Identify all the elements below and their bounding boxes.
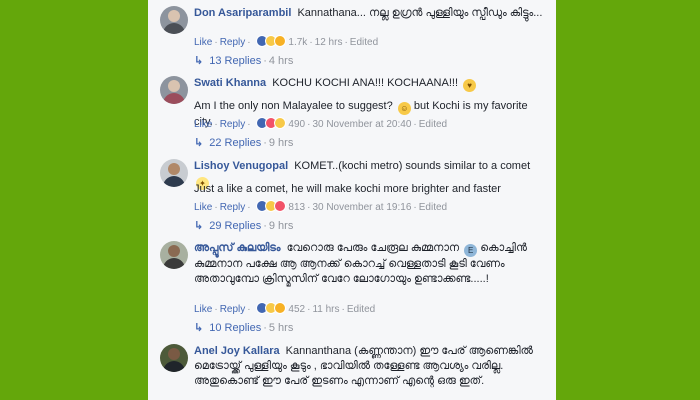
edited-label[interactable]: Edited: [350, 37, 378, 48]
replies-time: 5 hrs: [268, 322, 294, 334]
replies-time: 4 hrs: [268, 55, 294, 67]
avatar[interactable]: [160, 6, 188, 34]
elephant-emoji-icon: E: [464, 244, 478, 257]
comment-body-line2: Just a like a comet, he will make kochi …: [194, 182, 544, 197]
reply-arrow-icon: ↳: [194, 137, 204, 149]
like-link[interactable]: Like: [194, 37, 212, 48]
grimace-emoji-icon: ☺: [397, 102, 411, 115]
comments-panel: Don Asariparambil Kannathana... നല്ല ഉഗ്…: [148, 0, 556, 400]
reactions-icons[interactable]: [256, 35, 287, 51]
edited-label[interactable]: Edited: [419, 119, 447, 130]
love-reaction-icon: [274, 200, 287, 212]
replies-count[interactable]: 13 Replies: [209, 55, 261, 67]
view-replies[interactable]: ↳ 29 Replies · 9 hrs: [194, 220, 293, 233]
comment-body: Swati Khanna KOCHU KOCHI ANA!!! KOCHAANA…: [194, 76, 544, 92]
comment-text-2: Just a like a comet, he will make kochi …: [194, 183, 501, 195]
view-replies[interactable]: ↳ 13 Replies · 4 hrs: [194, 55, 293, 68]
reply-link[interactable]: Reply: [220, 202, 246, 213]
reactions-icons[interactable]: [256, 302, 287, 318]
comment-time[interactable]: 11 hrs: [312, 304, 339, 315]
comment-body: അപ്പൂസ് കുലയിടം വേറൊരു പേരും ചേരൂല കുമ്മ…: [194, 241, 544, 287]
view-replies[interactable]: ↳ 22 Replies · 9 hrs: [194, 137, 293, 150]
comment-time[interactable]: 30 November at 19:16: [312, 202, 411, 213]
comment-author[interactable]: Anel Joy Kallara: [194, 345, 280, 357]
like-link[interactable]: Like: [194, 202, 212, 213]
replies-count[interactable]: 29 Replies: [209, 220, 261, 232]
reply-arrow-icon: ↳: [194, 220, 204, 232]
replies-time: 9 hrs: [268, 137, 294, 149]
avatar[interactable]: [160, 344, 188, 372]
comment-text-2: Am I the only non Malayalee to suggest?: [194, 100, 393, 112]
view-replies[interactable]: ↳ 10 Replies · 5 hrs: [194, 322, 293, 335]
like-link[interactable]: Like: [194, 119, 212, 130]
comment-actions: Like · Reply · 813 · 30 November at 19:16 · Edi…: [194, 200, 447, 216]
reactions-icons[interactable]: [256, 200, 287, 216]
comment-author[interactable]: Lishoy Venugopal: [194, 160, 288, 172]
reaction-count[interactable]: 452: [288, 304, 305, 315]
reply-arrow-icon: ↳: [194, 322, 204, 334]
wow-reaction-icon: [274, 35, 287, 47]
wow-reaction-icon: [274, 302, 287, 314]
comment-text: Kannathana... നല്ല ഉഗ്രൻ പുള്ളിയും സ്പീഡ…: [297, 7, 543, 19]
replies-count[interactable]: 22 Replies: [209, 137, 261, 149]
haha-reaction-icon: [274, 117, 287, 129]
edited-label[interactable]: Edited: [419, 202, 447, 213]
reaction-count[interactable]: 813: [288, 202, 305, 213]
edited-label[interactable]: Edited: [347, 304, 375, 315]
avatar[interactable]: [160, 241, 188, 269]
comment-author[interactable]: അപ്പൂസ് കുലയിടം: [194, 242, 281, 254]
comment-body: Don Asariparambil Kannathana... നല്ല ഉഗ്…: [194, 6, 544, 21]
reply-link[interactable]: Reply: [220, 119, 246, 130]
reactions-icons[interactable]: [256, 117, 287, 133]
reply-link[interactable]: Reply: [220, 37, 246, 48]
comment-actions: Like · Reply · 490 · 30 November at 20:40 · Edi…: [194, 117, 447, 133]
avatar[interactable]: [160, 76, 188, 104]
reaction-count[interactable]: 1.7k: [288, 37, 307, 48]
reply-link[interactable]: Reply: [220, 304, 246, 315]
reaction-count[interactable]: 490: [288, 119, 305, 130]
comment-body: Anel Joy Kallara Kannanthana (കണ്ണന്താന)…: [194, 344, 544, 389]
like-link[interactable]: Like: [194, 304, 212, 315]
comment-time[interactable]: 30 November at 20:40: [312, 119, 411, 130]
heart-eyes-emoji-icon: ♥: [463, 79, 477, 92]
avatar[interactable]: [160, 159, 188, 187]
comment-text: KOCHU KOCHI ANA!!! KOCHAANA!!!: [272, 77, 459, 89]
comment-time[interactable]: 12 hrs: [315, 37, 343, 48]
comment-actions: Like · Reply · 1.7k · 12 hrs · Edited: [194, 35, 378, 51]
reply-arrow-icon: ↳: [194, 55, 204, 67]
replies-time: 9 hrs: [268, 220, 294, 232]
comment-author[interactable]: Don Asariparambil: [194, 7, 291, 19]
comment-text: വേറൊരു പേരും ചേരൂല കുമ്മനാന: [286, 242, 460, 254]
comment-text: KOMET..(kochi metro) sounds similar to a…: [294, 160, 531, 172]
replies-count[interactable]: 10 Replies: [209, 322, 261, 334]
comment-author[interactable]: Swati Khanna: [194, 77, 266, 89]
comment-actions: Like · Reply · 452 · 11 hrs · Edited: [194, 302, 375, 318]
